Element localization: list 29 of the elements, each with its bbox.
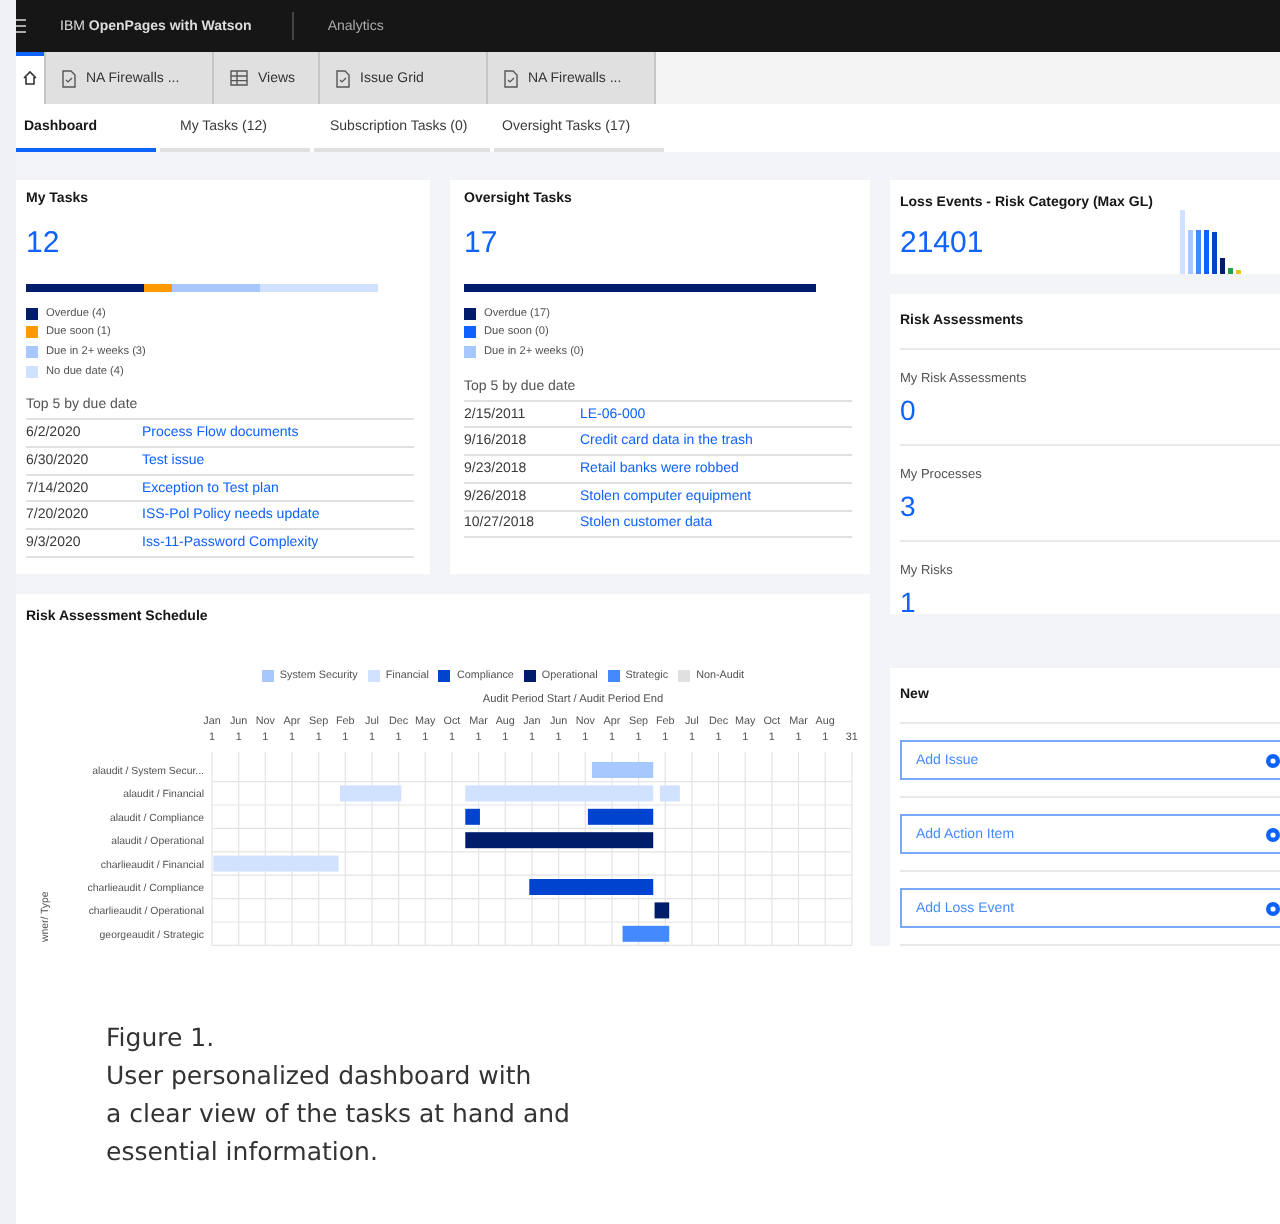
document-icon xyxy=(62,69,76,87)
gantt-bar xyxy=(213,855,339,872)
gantt-bar xyxy=(654,902,670,919)
add-icon xyxy=(1266,827,1280,841)
gantt-bar xyxy=(659,785,680,802)
loss-count[interactable]: 21401 xyxy=(900,226,1153,260)
menu-icon[interactable] xyxy=(16,18,26,34)
caption-line: essential information. xyxy=(106,1134,380,1170)
metric-value[interactable]: 1 xyxy=(900,586,1280,618)
document-icon xyxy=(336,69,350,87)
caption-title: Figure 1. xyxy=(106,1020,217,1056)
add-icon xyxy=(1266,901,1280,915)
metric-value[interactable]: 3 xyxy=(900,490,1280,522)
caption-line: a clear view of the tasks at hand and xyxy=(106,1096,572,1132)
metric-value[interactable]: 0 xyxy=(900,394,1280,426)
gantt-bar xyxy=(591,762,654,778)
document-tab[interactable] xyxy=(16,52,46,104)
task-count[interactable]: 17 xyxy=(464,226,860,260)
document-icon xyxy=(504,69,518,87)
table-icon xyxy=(230,70,248,86)
gantt-bar xyxy=(465,808,480,825)
gantt-bar xyxy=(529,879,654,895)
gantt-bar xyxy=(587,808,654,825)
home-icon xyxy=(22,70,38,86)
add-icon xyxy=(1266,753,1280,767)
gantt-bar xyxy=(339,785,402,802)
task-count[interactable]: 12 xyxy=(26,226,420,260)
gantt-bar xyxy=(622,925,670,942)
caption-line: User personalized dashboard with xyxy=(106,1058,534,1094)
